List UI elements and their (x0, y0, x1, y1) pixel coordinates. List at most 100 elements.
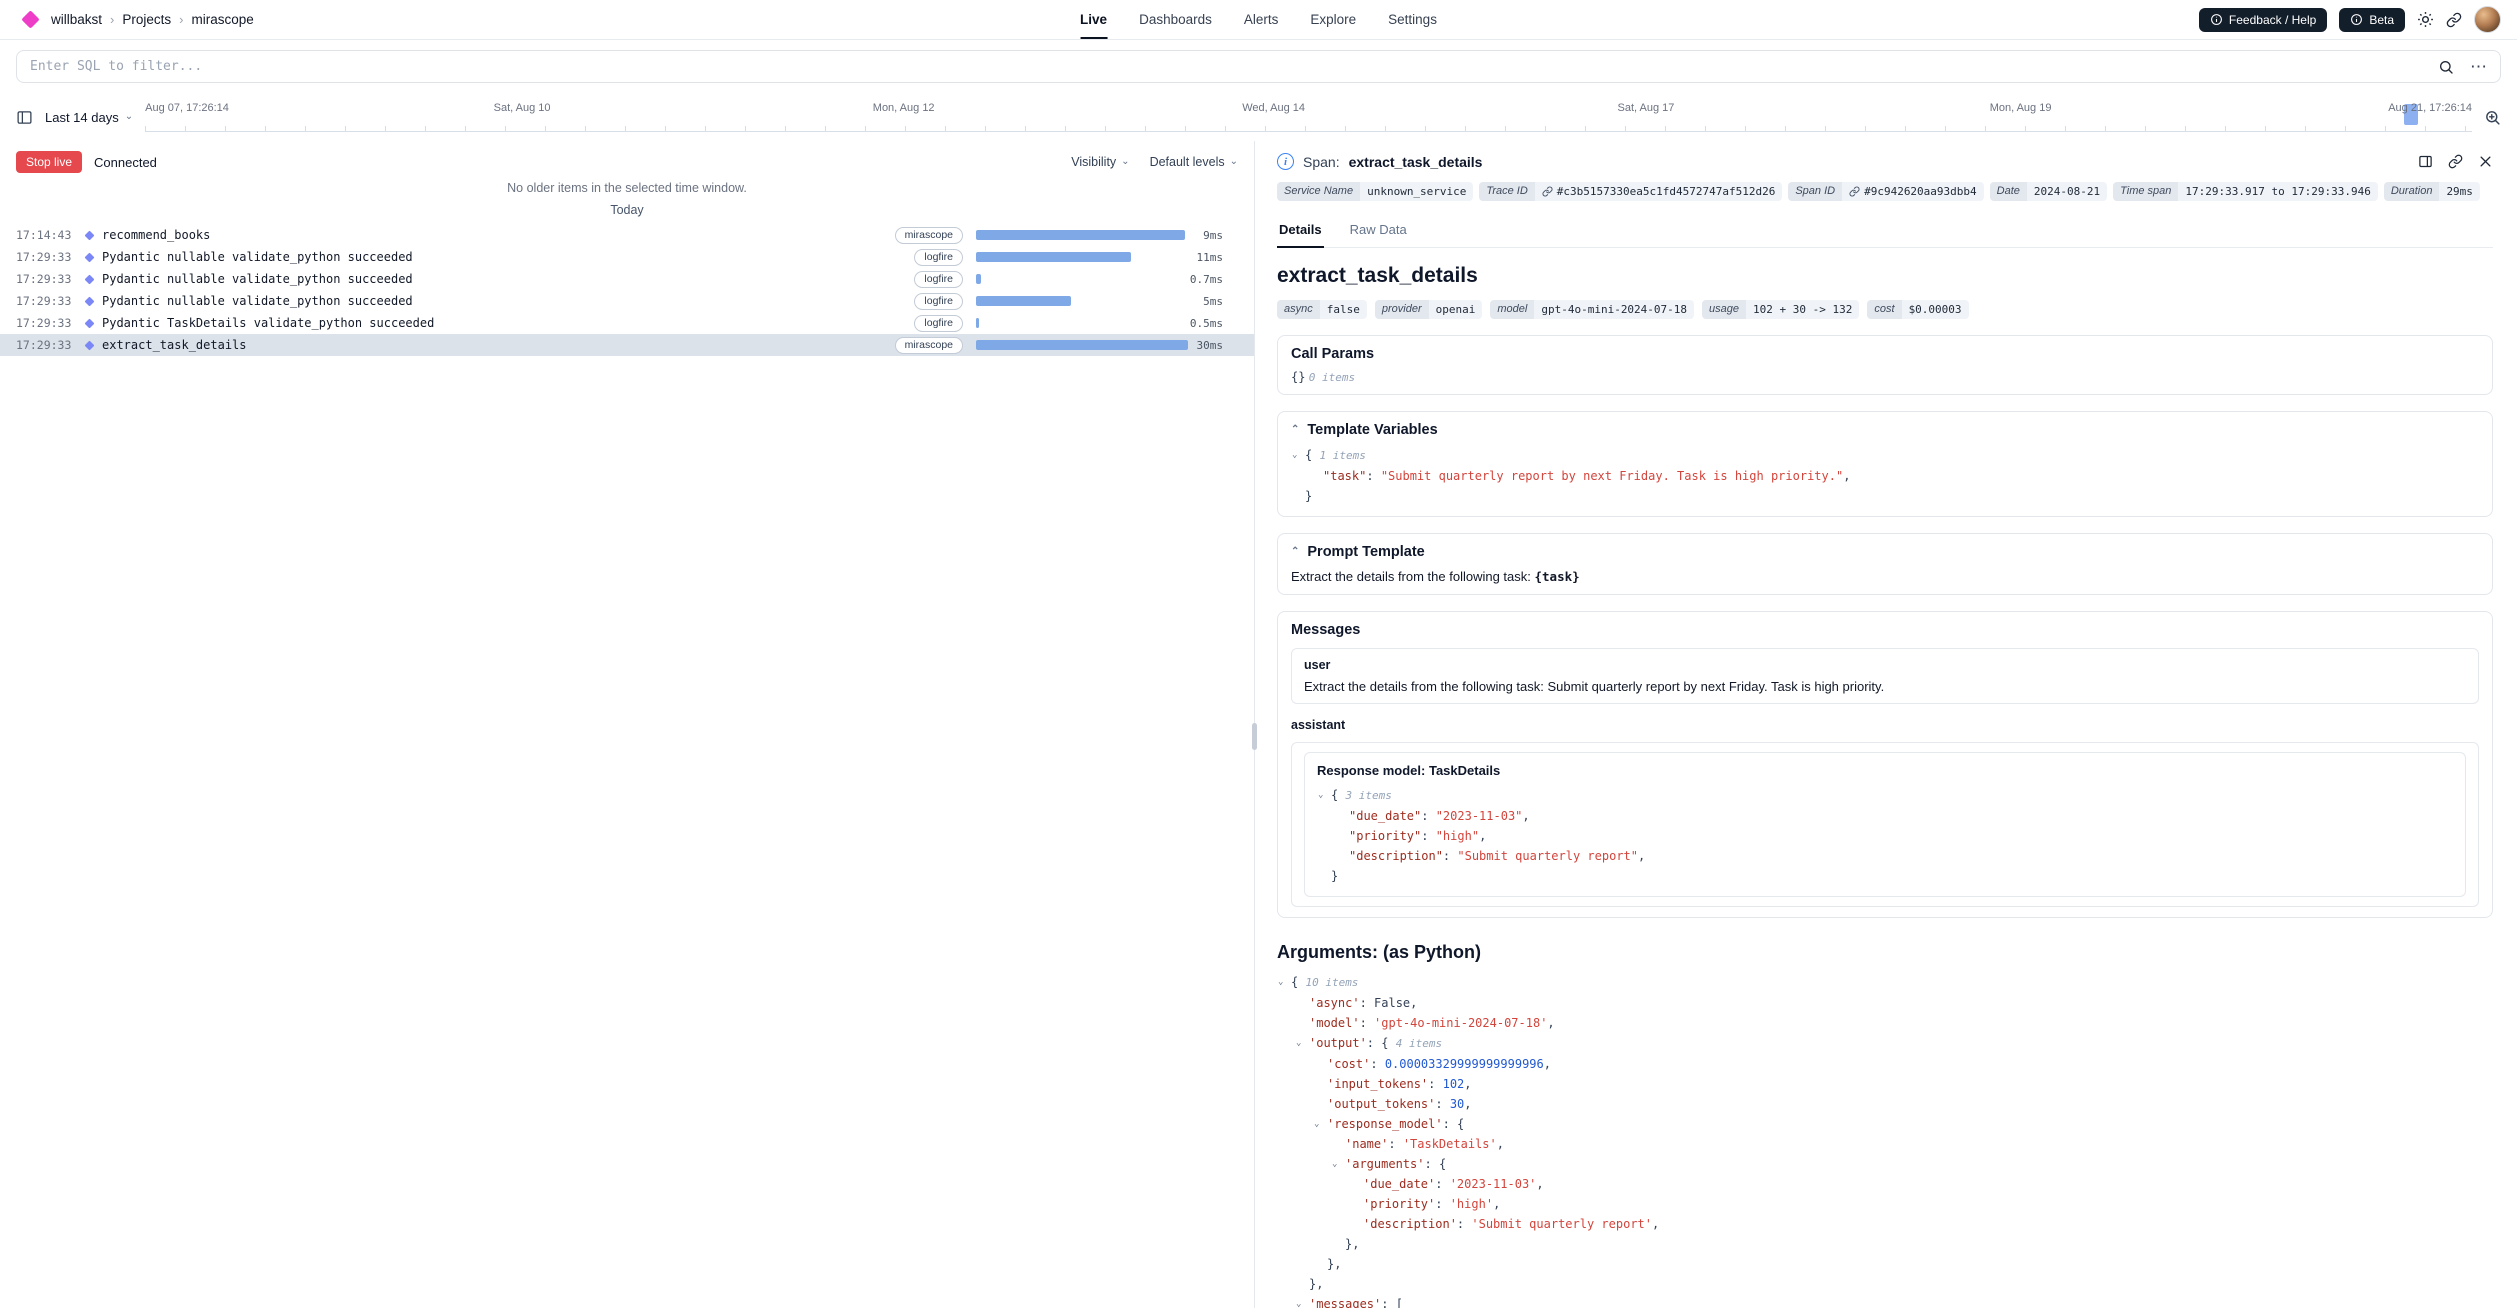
logo-icon[interactable] (21, 10, 39, 28)
detail-tab-details[interactable]: Details (1277, 215, 1324, 248)
code-line: ⌄'messages': [ (1277, 1294, 2493, 1308)
arguments-code: ⌄{ 10 items'async': False,'model': 'gpt-… (1277, 972, 2493, 1308)
collapse-toggle-icon[interactable]: ⌄ (1278, 972, 1291, 992)
tag-label: provider (1375, 300, 1429, 319)
breadcrumb-item-willbakst[interactable]: willbakst (51, 12, 102, 27)
live-panel: Stop live Connected Visibility ⌄ Default… (0, 141, 1254, 1308)
scope-badge: logfire (914, 271, 963, 288)
trace-row-duration: 5ms (1203, 295, 1223, 308)
collapse-toggle-icon[interactable]: ⌄ (1296, 1033, 1309, 1053)
tag-label: cost (1867, 300, 1901, 319)
panel-divider[interactable] (1254, 141, 1263, 1308)
search-icon[interactable] (2438, 59, 2454, 75)
feedback-help-button[interactable]: Feedback / Help (2199, 8, 2327, 32)
tag-label: Span ID (1788, 182, 1842, 201)
link-icon[interactable] (1542, 186, 1553, 197)
timeline-date-label: Sat, Aug 17 (1618, 102, 1675, 114)
timeline-date-label: Sat, Aug 10 (494, 102, 551, 114)
top-nav: willbakst›Projects›mirascope LiveDashboa… (0, 0, 2517, 40)
code-line: "priority": "high", (1317, 826, 2453, 846)
collapse-toggle-icon[interactable]: ⌄ (1332, 1154, 1345, 1174)
code-line: ⌄'arguments': { (1277, 1154, 2493, 1174)
tag-value: 102 + 30 -> 132 (1746, 300, 1859, 319)
timeline-date-label: Wed, Aug 14 (1242, 102, 1305, 114)
timeline[interactable]: Aug 07, 17:26:14Sat, Aug 10Mon, Aug 12We… (145, 93, 2472, 141)
collapse-toggle-icon[interactable]: ⌄ (1296, 1294, 1309, 1308)
trace-row-name: Pydantic nullable validate_python succee… (102, 272, 413, 286)
code-line: }, (1277, 1254, 2493, 1274)
tag-label: Service Name (1277, 182, 1360, 201)
call-params-heading: Call Params (1291, 346, 2479, 362)
sql-filter-input[interactable] (30, 59, 2438, 74)
breadcrumb-item-mirascope[interactable]: mirascope (191, 12, 253, 27)
trace-row[interactable]: 17:29:33extract_task_detailsmirascope30m… (0, 334, 1254, 356)
more-options-icon[interactable]: ⋯ (2470, 58, 2487, 75)
tag-value: 29ms (2439, 182, 2480, 201)
tag-value: #c3b5157330ea5c1fd4572747af512d26 (1535, 182, 1783, 201)
arguments-heading: Arguments: (as Python) (1277, 942, 2493, 963)
trace-row-name: extract_task_details (102, 338, 247, 352)
sidebar-toggle-icon[interactable] (16, 109, 33, 126)
tag-trace-id: Trace ID#c3b5157330ea5c1fd4572747af512d2… (1479, 182, 1782, 201)
code-line: ⌄{ 1 items (1291, 445, 2479, 466)
close-icon[interactable] (2478, 154, 2493, 169)
feedback-help-label: Feedback / Help (2229, 13, 2316, 27)
info-icon (2210, 13, 2223, 26)
tag-value: false (1320, 300, 1367, 319)
trace-row-name: Pydantic TaskDetails validate_python suc… (102, 316, 434, 330)
response-model-box: Response model: TaskDetails ⌄{ 3 items"d… (1304, 752, 2466, 897)
collapse-toggle-icon[interactable]: ⌄ (1314, 1114, 1327, 1134)
timeline-date-label: Aug 07, 17:26:14 (145, 102, 229, 114)
breadcrumb-separator: › (179, 12, 183, 27)
tab-dashboards[interactable]: Dashboards (1139, 0, 1212, 39)
permalink-icon[interactable] (2448, 154, 2463, 169)
stop-live-button[interactable]: Stop live (16, 151, 82, 173)
call-params-meta: 0 items (1309, 371, 1355, 384)
tag-value: $0.00003 (1902, 300, 1969, 319)
span-level-icon (85, 230, 95, 240)
trace-row[interactable]: 17:14:43recommend_booksmirascope9ms (0, 224, 1254, 246)
trace-row[interactable]: 17:29:33Pydantic TaskDetails validate_py… (0, 312, 1254, 334)
beta-badge[interactable]: Beta (2339, 8, 2405, 32)
connection-status: Connected (94, 155, 157, 170)
tab-explore[interactable]: Explore (1310, 0, 1356, 39)
span-header-name: extract_task_details (1349, 154, 1483, 170)
share-link-icon[interactable] (2446, 12, 2462, 28)
trace-row-duration: 9ms (1203, 229, 1223, 242)
detail-tab-raw-data[interactable]: Raw Data (1348, 215, 1409, 248)
trace-row-duration: 30ms (1197, 339, 1224, 352)
link-icon[interactable] (1849, 186, 1860, 197)
collapse-icon[interactable]: ⌃ (1291, 547, 1299, 557)
trace-row[interactable]: 17:29:33Pydantic nullable validate_pytho… (0, 290, 1254, 312)
detail-tabs: Details Raw Data (1277, 215, 2493, 248)
code-line: } (1291, 486, 2479, 506)
breadcrumb: willbakst›Projects›mirascope (51, 12, 254, 27)
user-avatar[interactable] (2474, 6, 2501, 33)
trace-row[interactable]: 17:29:33Pydantic nullable validate_pytho… (0, 246, 1254, 268)
tab-live[interactable]: Live (1080, 0, 1107, 39)
collapse-toggle-icon[interactable]: ⌄ (1292, 445, 1305, 465)
breadcrumb-item-projects[interactable]: Projects (122, 12, 171, 27)
span-attrs: asyncfalseprovideropenaimodelgpt-4o-mini… (1277, 300, 2493, 319)
tag-label: Duration (2384, 182, 2440, 201)
tag-value: #9c942620aa93dbb4 (1842, 182, 1984, 201)
collapse-toggle-icon[interactable]: ⌄ (1318, 785, 1331, 805)
time-range-dropdown[interactable]: Last 14 days ⌄ (45, 110, 133, 125)
zoom-in-icon[interactable] (2484, 109, 2501, 126)
prompt-template-variable: {task} (1535, 569, 1580, 584)
trace-row[interactable]: 17:29:33Pydantic nullable validate_pytho… (0, 268, 1254, 290)
tab-settings[interactable]: Settings (1388, 0, 1437, 39)
visibility-dropdown[interactable]: Visibility ⌄ (1071, 155, 1129, 169)
time-bar: Last 14 days ⌄ Aug 07, 17:26:14 Sat, Aug … (0, 93, 2517, 141)
theme-toggle-icon[interactable] (2417, 11, 2434, 28)
collapse-icon[interactable]: ⌃ (1291, 425, 1299, 435)
span-level-icon (85, 318, 95, 328)
trace-row-name: Pydantic nullable validate_python succee… (102, 250, 413, 264)
tab-alerts[interactable]: Alerts (1244, 0, 1279, 39)
code-line: "task": "Submit quarterly report by next… (1291, 466, 2479, 486)
levels-dropdown[interactable]: Default levels ⌄ (1150, 155, 1238, 169)
dock-panel-icon[interactable] (2418, 154, 2433, 169)
duration-bar (976, 318, 979, 328)
divider-handle[interactable] (1252, 723, 1257, 750)
prompt-template-text: Extract the details from the following t… (1291, 569, 1535, 584)
